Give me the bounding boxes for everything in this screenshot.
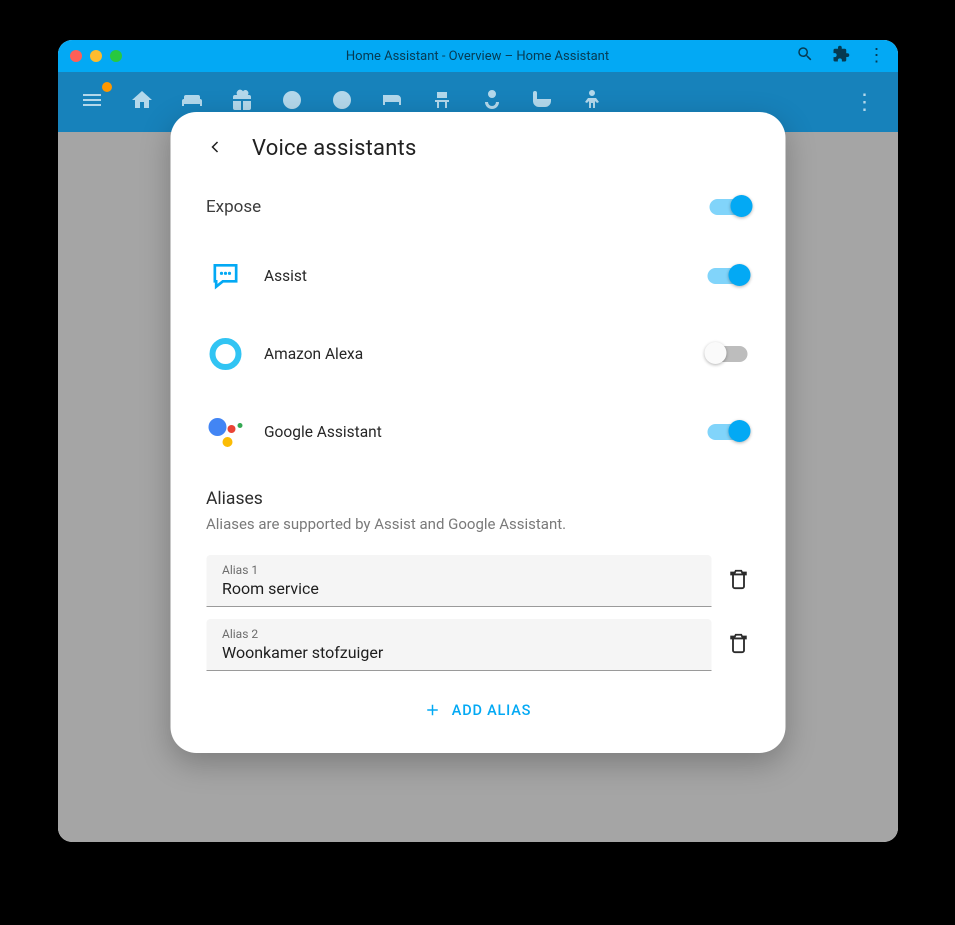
- google-assistant-icon: [208, 415, 242, 449]
- alexa-toggle[interactable]: [707, 346, 747, 362]
- alias-field-label: Alias 2: [222, 627, 695, 641]
- assist-icon: [208, 259, 242, 293]
- mac-titlebar: Home Assistant - Overview – Home Assista…: [58, 40, 898, 72]
- assist-toggle[interactable]: [707, 268, 747, 284]
- app-window: Home Assistant - Overview – Home Assista…: [58, 40, 898, 842]
- delete-alias-button[interactable]: [727, 632, 749, 658]
- plus-icon: [424, 701, 442, 719]
- assistant-label: Assist: [264, 267, 307, 285]
- google-toggle[interactable]: [707, 424, 747, 440]
- content-area: Voice assistants Expose Assist: [58, 132, 898, 842]
- alias-field-label: Alias 1: [222, 563, 695, 577]
- alias-input[interactable]: Alias 2 Woonkamer stofzuiger: [206, 619, 711, 671]
- assistant-label: Amazon Alexa: [264, 345, 363, 363]
- expose-label: Expose: [206, 197, 261, 217]
- aliases-heading: Aliases: [206, 489, 749, 509]
- assistant-label: Google Assistant: [264, 423, 382, 441]
- voice-assistants-dialog: Voice assistants Expose Assist: [170, 112, 785, 753]
- expose-toggle[interactable]: [709, 199, 749, 215]
- dialog-title: Voice assistants: [252, 136, 417, 161]
- alias-field-value: Room service: [222, 579, 695, 598]
- ha-overflow-menu-icon[interactable]: ⋮: [854, 90, 876, 115]
- add-alias-label: ADD ALIAS: [452, 702, 531, 719]
- delete-alias-button[interactable]: [727, 568, 749, 594]
- alias-row: Alias 1 Room service: [206, 555, 749, 607]
- alias-input[interactable]: Alias 1 Room service: [206, 555, 711, 607]
- assistant-row-google: Google Assistant: [206, 393, 749, 471]
- assistant-row-alexa: Amazon Alexa: [206, 315, 749, 393]
- alias-field-value: Woonkamer stofzuiger: [222, 643, 695, 662]
- add-alias-button[interactable]: ADD ALIAS: [206, 683, 749, 723]
- alexa-icon: [208, 337, 242, 371]
- window-title: Home Assistant - Overview – Home Assista…: [58, 49, 898, 64]
- back-button[interactable]: [206, 138, 224, 160]
- assistant-row-assist: Assist: [206, 237, 749, 315]
- menu-icon[interactable]: [80, 88, 104, 116]
- alias-row: Alias 2 Woonkamer stofzuiger: [206, 619, 749, 671]
- aliases-subtext: Aliases are supported by Assist and Goog…: [206, 515, 749, 533]
- tab-home-icon[interactable]: [130, 88, 154, 116]
